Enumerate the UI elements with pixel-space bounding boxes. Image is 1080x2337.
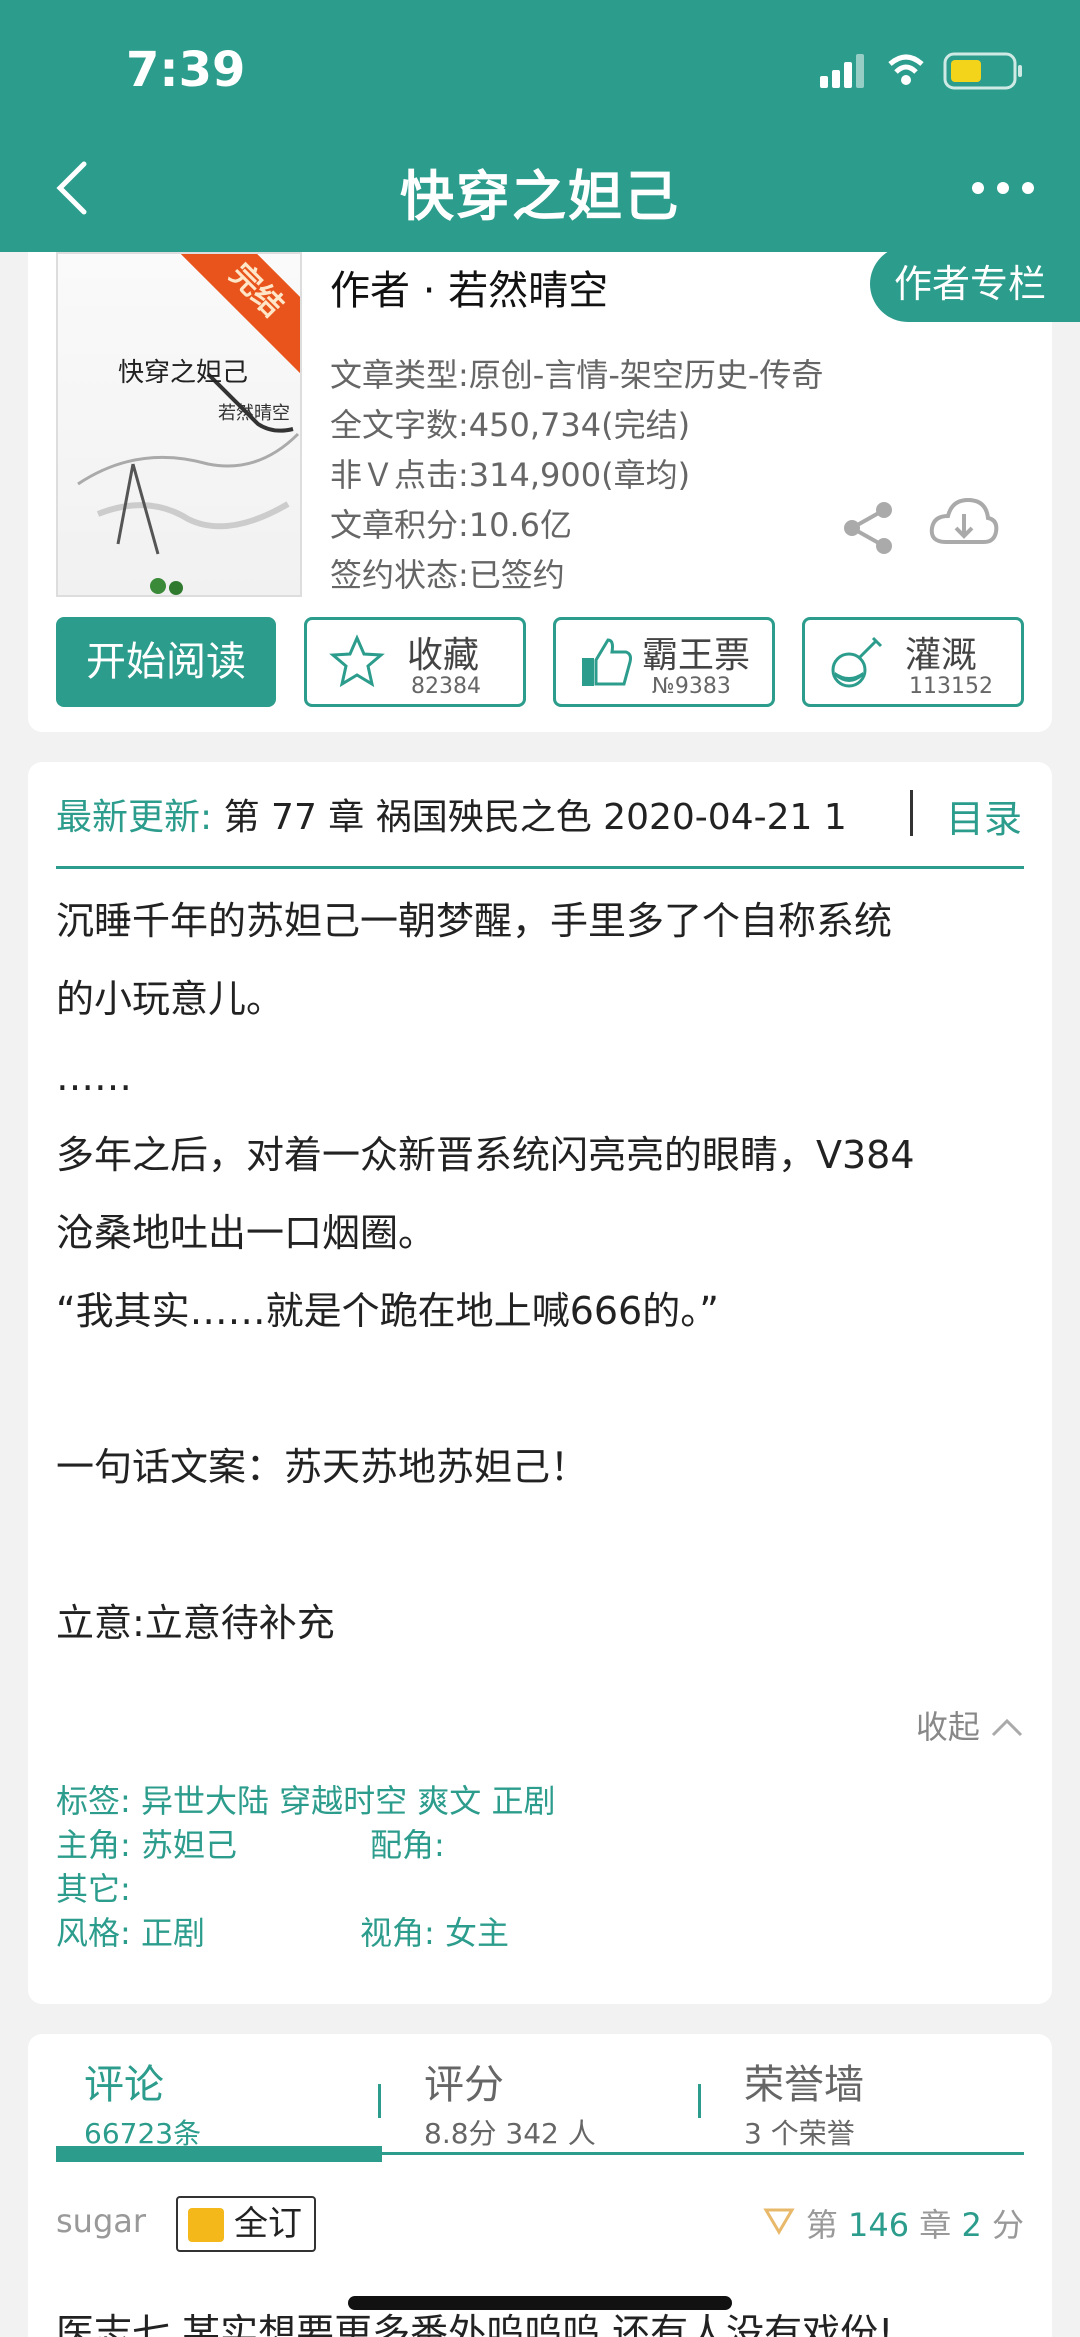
latest-update[interactable]: 最新更新: 第 77 章 祸国殃民之色 2020-04-21 1 [56,788,896,840]
tab-rating[interactable]: 评分 8.8分 342 人 [424,2052,596,2152]
synopsis-line: 的小玩意儿。 [56,977,285,1021]
diamond-icon [763,2208,795,2235]
synopsis-text: 沉睡千年的苏妲己一朝梦醒，手里多了个自称系统 的小玩意儿。 …… 多年之后，对着… [56,882,1024,1662]
signal-wifi-battery-icon [820,52,1022,90]
cover-title: 快穿之妲己 [118,358,249,388]
screen: 7:39 快穿之妲己 快穿之妲己 若然晴空 完结 作者 · 若然晴空 作者专栏 … [0,0,1080,2337]
nutrient-bottle-icon [831,636,883,688]
favorite-label: 收藏 [407,635,480,676]
bookmark-icon [188,2208,224,2242]
synopsis-line: …… [56,1055,132,1099]
meta-type: 文章类型:原创-言情-架空历史-传奇 [330,356,824,394]
tab-honor-wall[interactable]: 荣誉墙 3 个荣誉 [744,2052,864,2152]
chapter-number: 146 [848,2206,910,2244]
irrigate-button[interactable]: 灌溉 113152 [802,617,1024,707]
table-of-contents-link[interactable]: 目录 [946,788,1022,843]
tab-divider [698,2084,701,2118]
comments-card: 评论 66723条 评分 8.8分 342 人 荣誉墙 3 个荣誉 sugar … [28,2034,1052,2337]
comment-username[interactable]: sugar [56,2202,146,2240]
tab-comments[interactable]: 评论 66723条 [84,2052,201,2152]
collapse-label: 收起 [915,1708,980,1746]
tab-divider [378,2084,381,2118]
chapter-prefix: 第 [805,2206,838,2244]
meta-score: 文章积分:10.6亿 [330,506,573,544]
other-line: 其它: [56,1870,131,1908]
divider-line [56,866,1024,869]
tab-honor-count: 3 个荣誉 [744,2117,855,2150]
page-title: 快穿之妲己 [400,165,680,228]
active-tab-indicator [56,2146,382,2162]
ticket-button[interactable]: 霸王票 №9383 [553,617,775,707]
meta-clicks: 非Ｖ点击:314,900(章均) [330,456,691,494]
tags-line[interactable]: 标签: 异世大陆 穿越时空 爽文 正剧 [56,1776,555,1822]
latest-update-value: 第 77 章 祸国殃民之色 2020-04-21 1 [223,797,847,838]
chevron-up-icon [991,1718,1023,1737]
start-reading-button[interactable]: 开始阅读 [56,617,276,707]
view-line: 视角: 女主 [360,1914,509,1952]
top-bar: 7:39 快穿之妲己 [0,0,1080,252]
book-cover[interactable]: 快穿之妲己 若然晴空 完结 [56,252,302,597]
status-icons [820,48,1030,92]
style-line: 风格: 正剧 [56,1914,205,1952]
divider [910,790,913,836]
irrigate-label: 灌溉 [905,635,978,676]
synopsis-line: 沧桑地吐出一口烟圈。 [56,1211,437,1255]
book-info-card: 快穿之妲己 若然晴空 完结 作者 · 若然晴空 作者专栏 文章类型:原创-言情-… [28,246,1080,732]
synopsis-line: “我其实……就是个跪在地上喊666的。” [56,1289,719,1333]
favorite-count: 82384 [411,674,481,699]
ticket-label: 霸王票 [642,635,751,676]
star-icon [329,634,385,688]
score-number: 2 [961,2206,982,2244]
synopsis-card: 最新更新: 第 77 章 祸国殃民之色 2020-04-21 1 目录 沉睡千年… [28,762,1052,2004]
support-line: 配角: [370,1826,445,1864]
lead-line: 主角: 苏妲己 [56,1826,237,1864]
synopsis-line: 沉睡千年的苏妲己一朝梦醒，手里多了个自称系统 [56,899,893,943]
synopsis-line [56,1350,1024,1428]
cloud-download-icon[interactable] [928,492,1000,556]
latest-update-label: 最新更新: [56,797,213,838]
more-icon[interactable] [968,168,1038,208]
synopsis-line: 多年之后，对着一众新晋系统闪亮亮的眼睛，V384 [56,1133,915,1177]
score-suffix: 分 [991,2206,1024,2244]
meta-wordcount: 全文字数:450,734(完结) [330,406,691,444]
synopsis-line [56,1506,1024,1584]
tab-comments-label: 评论 [84,2062,164,2108]
full-subscription-badge: 全订 [176,2196,316,2252]
thumbs-up-icon [582,638,632,686]
author-column-button[interactable]: 作者专栏 [870,246,1080,322]
tab-honor-label: 荣誉墙 [744,2062,864,2108]
chapter-suffix: 章 [919,2206,952,2244]
meta-sign-status: 签约状态:已签约 [330,556,565,594]
irrigate-count: 113152 [909,674,993,699]
status-time: 7:39 [126,42,246,98]
author-name[interactable]: 作者 · 若然晴空 [330,258,608,316]
tab-rating-label: 评分 [424,2062,504,2108]
cover-author: 若然晴空 [218,403,290,424]
share-icon[interactable] [840,500,896,556]
ticket-count: №9383 [652,674,731,699]
collapse-button[interactable]: 收起 [916,1702,1024,1748]
synopsis-line: 一句话文案：苏天苏地苏妲己！ [56,1445,589,1489]
favorite-button[interactable]: 收藏 82384 [304,617,526,707]
home-indicator[interactable] [348,2296,732,2310]
synopsis-line: 立意:立意待补充 [56,1601,335,1645]
comment-chapter-score: 第 146 章 2 分 [762,2200,1024,2246]
badge-label: 全订 [234,2204,302,2244]
tab-rating-value: 8.8分 342 人 [424,2117,596,2150]
